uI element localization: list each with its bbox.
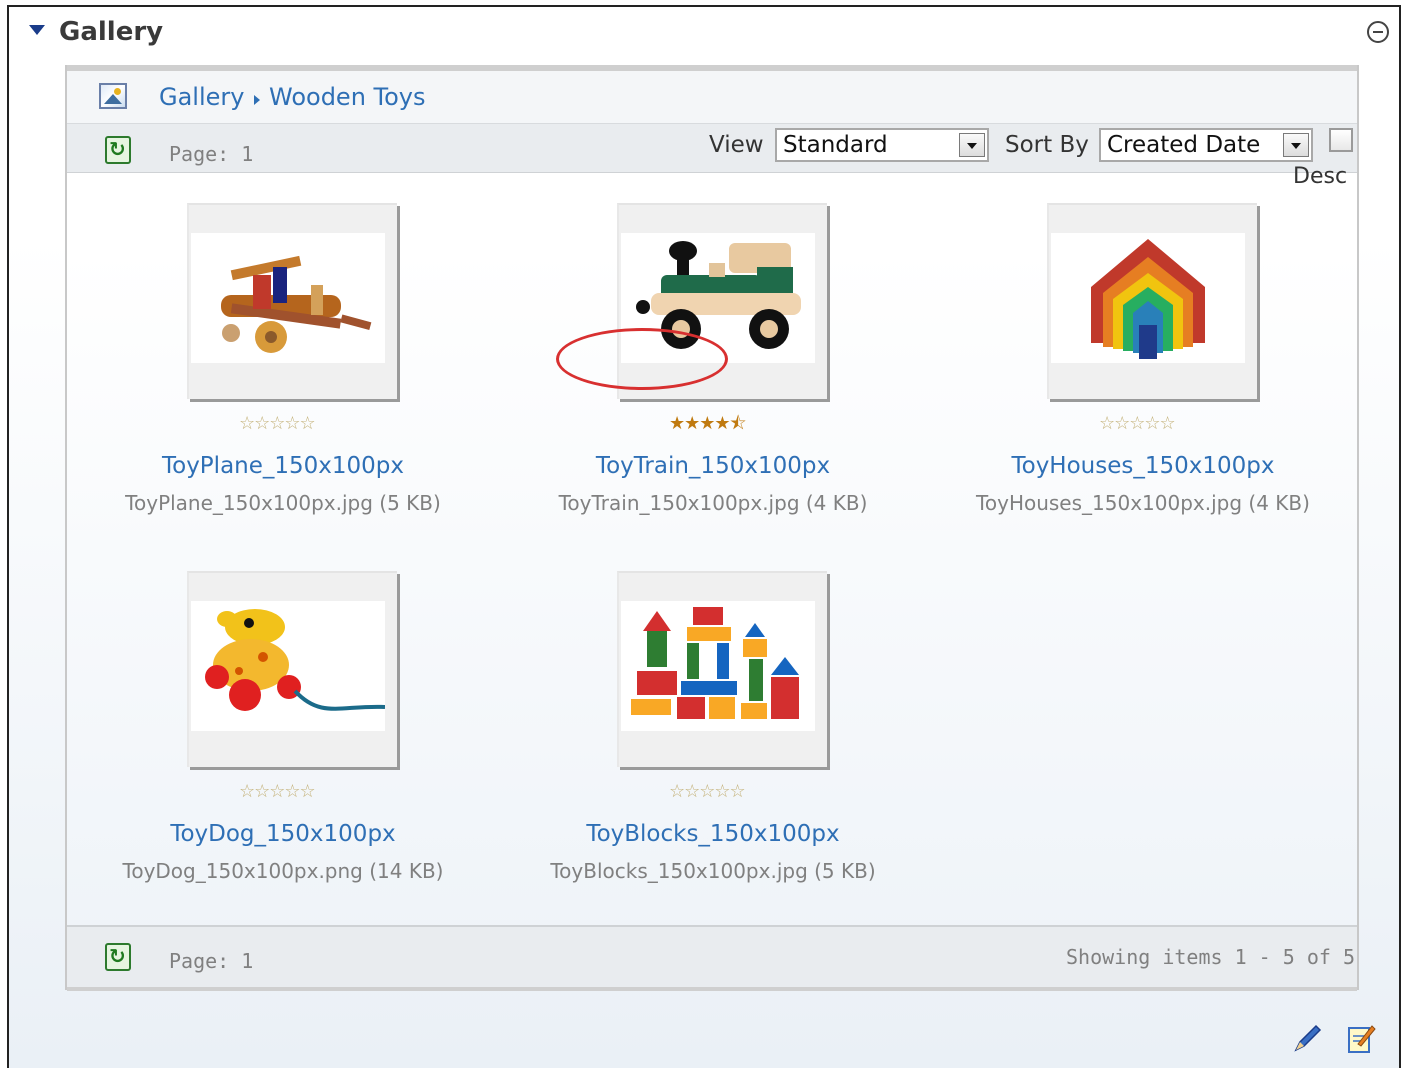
breadcrumb-separator-icon [254, 95, 260, 105]
toy-houses-image [1051, 233, 1245, 363]
view-label: View [709, 132, 764, 158]
refresh-icon[interactable] [105, 136, 131, 164]
view-select[interactable]: Standard [775, 128, 989, 162]
footer-page-label: Page: 1 [169, 949, 254, 973]
gallery-image-icon [99, 83, 127, 109]
rating-stars[interactable]: ☆☆☆☆☆ [239, 779, 343, 805]
pencil-icon[interactable] [1292, 1022, 1322, 1054]
gallery-item: ★★★★⯪ ToyTrain_150x100px ToyTrain_150x10… [503, 203, 923, 563]
chevron-down-icon[interactable] [1283, 133, 1309, 157]
rating-stars[interactable]: ☆☆☆☆☆ [239, 411, 343, 437]
toy-dog-image [191, 601, 385, 731]
sort-by-select-value: Created Date [1107, 132, 1261, 158]
item-title-link[interactable]: ToyHouses_150x100px [933, 453, 1353, 479]
collapse-triangle-icon[interactable] [29, 25, 45, 35]
refresh-icon[interactable] [105, 943, 131, 971]
toy-plane-image [191, 233, 385, 363]
rating-stars[interactable]: ☆☆☆☆☆ [1099, 411, 1203, 437]
item-file-info: ToyBlocks_150x100px.jpg (5 KB) [550, 859, 876, 883]
item-file-info: ToyTrain_150x100px.jpg (4 KB) [558, 491, 868, 515]
minimize-icon[interactable] [1367, 21, 1389, 43]
breadcrumb: Gallery Wooden Toys [67, 71, 1357, 123]
view-select-value: Standard [783, 132, 888, 158]
item-file-info: ToyHouses_150x100px.jpg (4 KB) [976, 491, 1310, 515]
item-title-link[interactable]: ToyTrain_150x100px [503, 453, 923, 479]
item-title-link[interactable]: ToyPlane_150x100px [73, 453, 493, 479]
gallery-item: ☆☆☆☆☆ ToyPlane_150x100px ToyPlane_150x10… [73, 203, 493, 563]
gallery-item: ☆☆☆☆☆ ToyHouses_150x100px ToyHouses_150x… [933, 203, 1353, 563]
thumbnail-frame[interactable] [617, 571, 827, 767]
page-label: Page: 1 [169, 142, 254, 166]
item-title-link[interactable]: ToyBlocks_150x100px [503, 821, 923, 847]
chevron-down-icon[interactable] [959, 133, 985, 157]
desc-label: Desc [1293, 164, 1348, 189]
sort-by-label: Sort By [1005, 132, 1089, 158]
rating-stars-rated[interactable]: ★★★★⯪ [669, 411, 773, 437]
sort-by-select[interactable]: Created Date [1099, 128, 1313, 162]
thumbnail-frame[interactable] [187, 203, 397, 399]
rating-stars[interactable]: ☆☆☆☆☆ [669, 779, 773, 805]
gallery-footer: Page: 1 Showing items 1 - 5 of 5 [67, 925, 1357, 991]
module-title: Gallery [59, 17, 164, 47]
rating-highlight-circle [556, 328, 728, 390]
gallery-toolbar: Page: 1 View Standard Sort By Created Da… [67, 123, 1357, 189]
item-file-info: ToyDog_150x100px.png (14 KB) [122, 859, 444, 883]
desc-checkbox[interactable] [1329, 128, 1353, 152]
showing-items-text: Showing items 1 - 5 of 5 [1066, 945, 1355, 969]
item-file-info: ToyPlane_150x100px.jpg (5 KB) [125, 491, 441, 515]
module-header: Gallery [9, 7, 1399, 63]
toy-blocks-image [621, 601, 815, 731]
gallery-item: ☆☆☆☆☆ ToyBlocks_150x100px ToyBlocks_150x… [503, 571, 923, 931]
edit-note-icon[interactable] [1346, 1022, 1376, 1054]
gallery-item: ☆☆☆☆☆ ToyDog_150x100px ToyDog_150x100px.… [73, 571, 493, 931]
item-title-link[interactable]: ToyDog_150x100px [73, 821, 493, 847]
gallery-panel: Gallery Wooden Toys Page: 1 View Standar… [65, 65, 1359, 991]
gallery-module: Gallery Gallery Wooden Toys Page: 1 View… [7, 5, 1401, 1068]
thumbnail-frame[interactable] [187, 571, 397, 767]
thumbnail-frame[interactable] [1047, 203, 1257, 399]
breadcrumb-gallery-link[interactable]: Gallery [159, 83, 244, 111]
breadcrumb-current-link[interactable]: Wooden Toys [269, 83, 426, 111]
